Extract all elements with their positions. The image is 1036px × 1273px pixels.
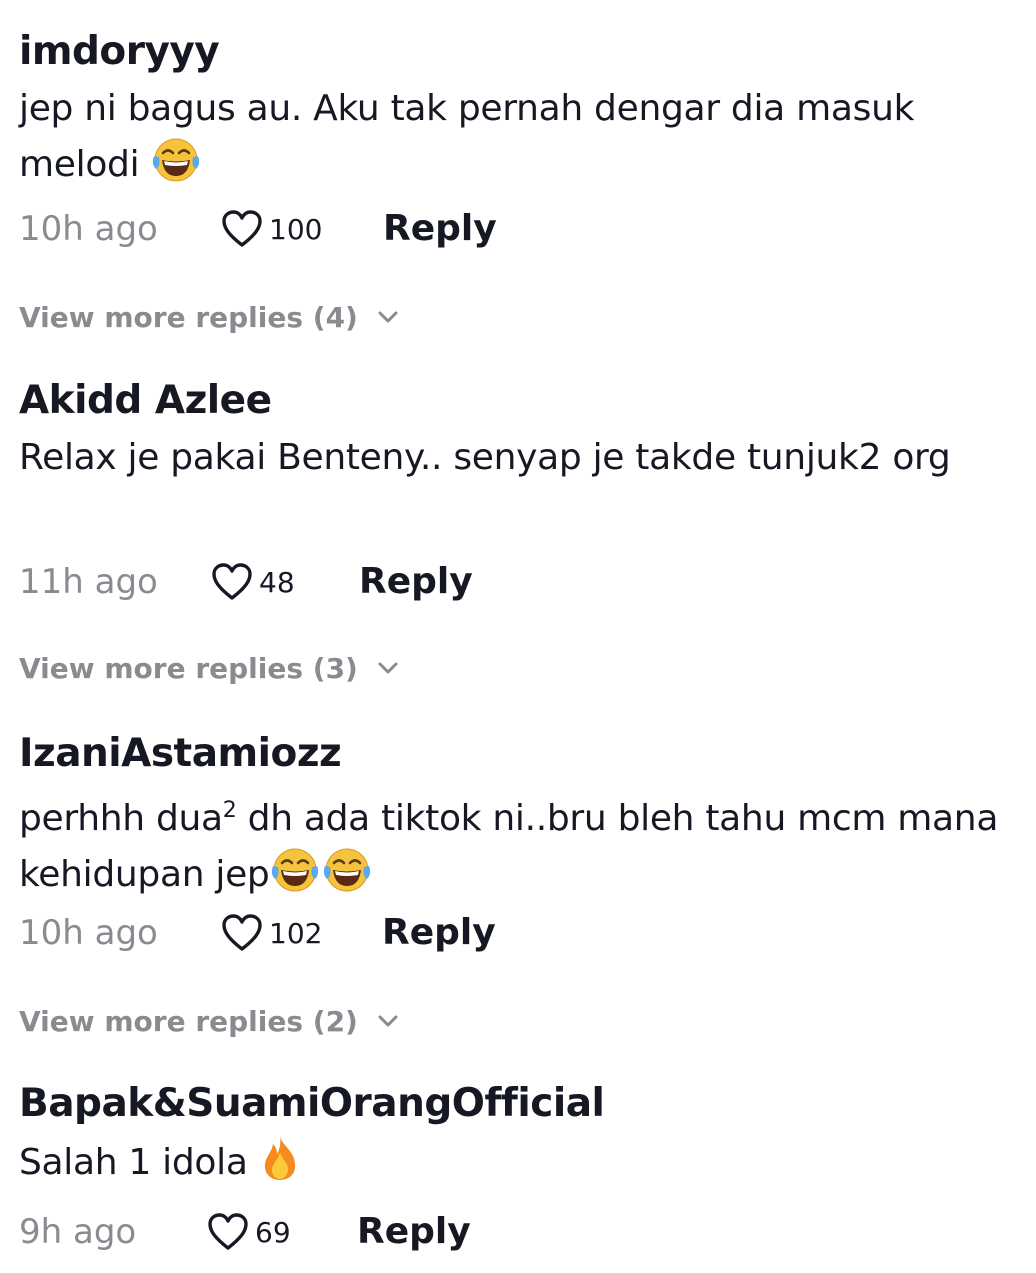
comment-text: jep ni bagus au. Aku tak pernah dengar d… xyxy=(19,82,1006,192)
view-more-replies-label: View more replies (4) xyxy=(19,300,358,334)
comment-text-body: perhhh dua xyxy=(19,798,223,839)
comment-meta: 10h ago 102 Reply xyxy=(19,908,719,958)
laughing-tears-emoji-icon xyxy=(150,136,202,184)
comment-timestamp: 10h ago xyxy=(19,913,158,953)
comment-meta: 10h ago 100 Reply xyxy=(19,204,719,254)
heart-icon xyxy=(221,209,263,249)
comment-timestamp: 11h ago xyxy=(19,562,158,602)
like-button[interactable]: 100 xyxy=(221,204,322,254)
comment-text-body: Salah 1 idola xyxy=(19,1142,259,1183)
like-count: 48 xyxy=(259,565,295,599)
comment-text: Salah 1 idola xyxy=(19,1134,1006,1190)
heart-icon xyxy=(221,913,263,953)
comment-timestamp: 10h ago xyxy=(19,209,158,249)
view-more-replies-button[interactable]: View more replies (3) xyxy=(19,648,400,688)
like-count: 102 xyxy=(269,916,323,950)
like-button[interactable]: 102 xyxy=(221,908,322,958)
like-count: 69 xyxy=(255,1215,291,1249)
chevron-down-icon xyxy=(376,660,400,676)
reply-button[interactable]: Reply xyxy=(357,1207,471,1257)
superscript-two: 2 xyxy=(222,798,237,823)
laughing-tears-emoji-icon xyxy=(269,846,321,894)
fire-emoji-icon xyxy=(259,1134,301,1182)
chevron-down-icon xyxy=(376,309,400,325)
view-more-replies-label: View more replies (2) xyxy=(19,1004,358,1038)
comment-username[interactable]: IzaniAstamiozz xyxy=(19,730,342,778)
comment-text: Relax je pakai Benteny.. senyap je takde… xyxy=(19,437,951,478)
view-more-replies-button[interactable]: View more replies (4) xyxy=(19,297,400,337)
view-more-replies-button[interactable]: View more replies (2) xyxy=(19,1001,400,1041)
comment-meta: 11h ago 48 Reply xyxy=(19,557,719,607)
reply-button[interactable]: Reply xyxy=(359,557,473,607)
chevron-down-icon xyxy=(376,1013,400,1029)
like-count: 100 xyxy=(269,212,323,246)
comment-username[interactable]: imdoryyy xyxy=(19,28,220,76)
reply-button[interactable]: Reply xyxy=(382,908,496,958)
comment-username[interactable]: Bapak&SuamiOrangOfficial xyxy=(19,1080,605,1128)
heart-icon xyxy=(211,562,253,602)
comment-text: perhhh dua2 dh ada tiktok ni..bru bleh t… xyxy=(19,784,1006,902)
laughing-tears-emoji-icon xyxy=(321,846,373,894)
reply-button[interactable]: Reply xyxy=(383,204,497,254)
view-more-replies-label: View more replies (3) xyxy=(19,651,358,685)
comment-username[interactable]: Akidd Azlee xyxy=(19,377,272,425)
comment-meta: 9h ago 69 Reply xyxy=(19,1207,719,1257)
heart-icon xyxy=(207,1212,249,1252)
comment-timestamp: 9h ago xyxy=(19,1212,137,1252)
like-button[interactable]: 69 xyxy=(207,1207,291,1257)
like-button[interactable]: 48 xyxy=(211,557,295,607)
